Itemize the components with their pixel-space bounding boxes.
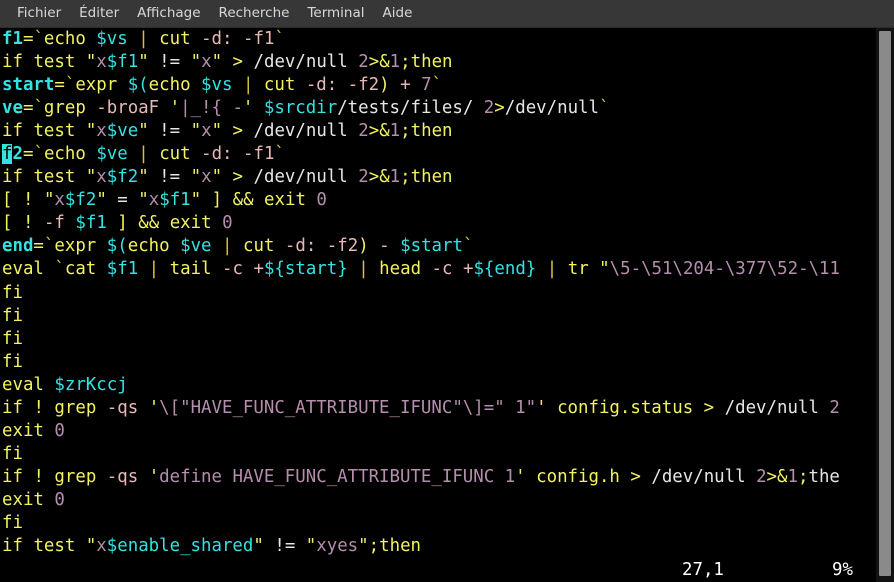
- editor-buffer[interactable]: f1=`echo $vs | cut -d: -f1` if test "x$f1…: [0, 28, 876, 582]
- editor-line: fi: [2, 305, 23, 326]
- menu-editer[interactable]: Éditer: [70, 0, 128, 27]
- editor-line: f1=`echo $vs | cut -d: -f1`: [2, 29, 285, 49]
- editor-line: fi: [2, 328, 23, 349]
- editor-line: ve=`grep -broaF '|_!{ -' $srcdir/tests/f…: [2, 98, 610, 119]
- menu-affichage[interactable]: Affichage: [128, 0, 209, 27]
- editor-line: if test "x$f2" != "x" > /dev/null 2>&1;t…: [2, 167, 453, 188]
- menu-recherche[interactable]: Recherche: [210, 0, 299, 27]
- menu-terminal[interactable]: Terminal: [298, 0, 373, 27]
- editor-line: fi: [2, 512, 23, 533]
- editor-line: eval `cat $f1 | tail -c +${start} | head…: [2, 259, 840, 280]
- terminal-area[interactable]: f1=`echo $vs | cut -d: -f1` if test "x$f1…: [0, 28, 894, 582]
- editor-line: f2=`echo $ve | cut -d: -f1`: [2, 144, 285, 165]
- editor-line: exit 0: [2, 420, 65, 441]
- editor-line: start=`expr $(echo $vs | cut -d: -f2) + …: [2, 75, 443, 96]
- editor-line: [ ! -f $f1 ] && exit 0: [2, 213, 233, 234]
- editor-line: if test "x$enable_shared" != "xyes";then: [2, 536, 422, 557]
- editor-line: fi: [2, 282, 23, 303]
- text-cursor: f: [2, 144, 13, 165]
- editor-line: end=`expr $(echo $ve | cut -d: -f2) - $s…: [2, 236, 474, 257]
- editor-line: if ! grep -qs '\["HAVE_FUNC_ATTRIBUTE_IF…: [2, 397, 840, 418]
- terminal-window: Fichier Éditer Affichage Recherche Termi…: [0, 0, 894, 582]
- menu-bar: Fichier Éditer Affichage Recherche Termi…: [0, 0, 894, 28]
- menu-aide[interactable]: Aide: [374, 0, 422, 27]
- editor-line: if test "x$ve" != "x" > /dev/null 2>&1;t…: [2, 121, 453, 142]
- editor-line: fi: [2, 351, 23, 372]
- editor-line: exit 0: [2, 489, 65, 510]
- cursor-position: 27,1: [682, 560, 724, 580]
- editor-line: if ! grep -qs 'define HAVE_FUNC_ATTRIBUT…: [2, 466, 840, 487]
- editor-status-line: 27,1 9%: [0, 558, 876, 582]
- scroll-percentage: 9%: [832, 560, 853, 580]
- editor-line: eval $zrKccj: [2, 374, 128, 395]
- editor-line: if test "x$f1" != "x" > /dev/null 2>&1;t…: [2, 52, 453, 73]
- scrollbar-thumb[interactable]: [879, 31, 891, 576]
- vertical-scrollbar[interactable]: [876, 28, 894, 582]
- editor-line: [ ! "x$f2" = "x$f1" ] && exit 0: [2, 190, 327, 211]
- menu-fichier[interactable]: Fichier: [8, 0, 70, 27]
- editor-line: fi: [2, 443, 23, 464]
